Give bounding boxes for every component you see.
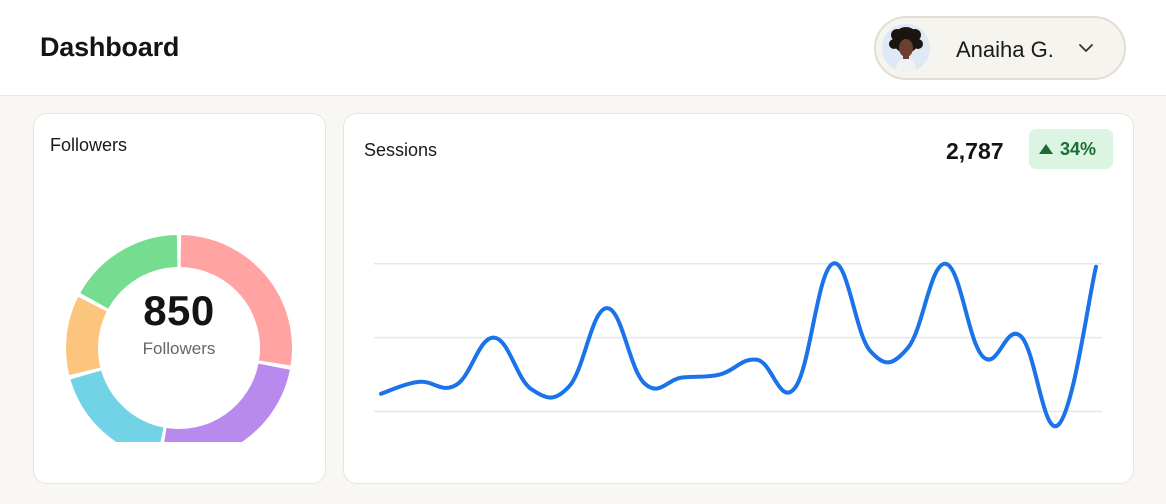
user-name: Anaiha G. [956,37,1054,62]
chevron-down-icon [1079,44,1093,52]
page-title: Dashboard [40,32,180,62]
followers-total-label: Followers [142,339,216,358]
top-bar: Dashboard Anaiha G. [0,0,1166,96]
donut-segment-3 [70,369,164,442]
sessions-card: Sessions 2,787 34% [343,113,1134,484]
followers-card: Followers 850 Followers [33,113,326,484]
user-menu-button[interactable]: Anaiha G. [874,16,1126,80]
sessions-series-line [379,261,1098,429]
sessions-line-chart [374,261,1102,429]
user-avatar-icon [882,24,930,72]
followers-total: 850 [143,287,215,334]
followers-card-title: Followers [50,135,128,155]
donut-segment-2 [164,363,290,442]
